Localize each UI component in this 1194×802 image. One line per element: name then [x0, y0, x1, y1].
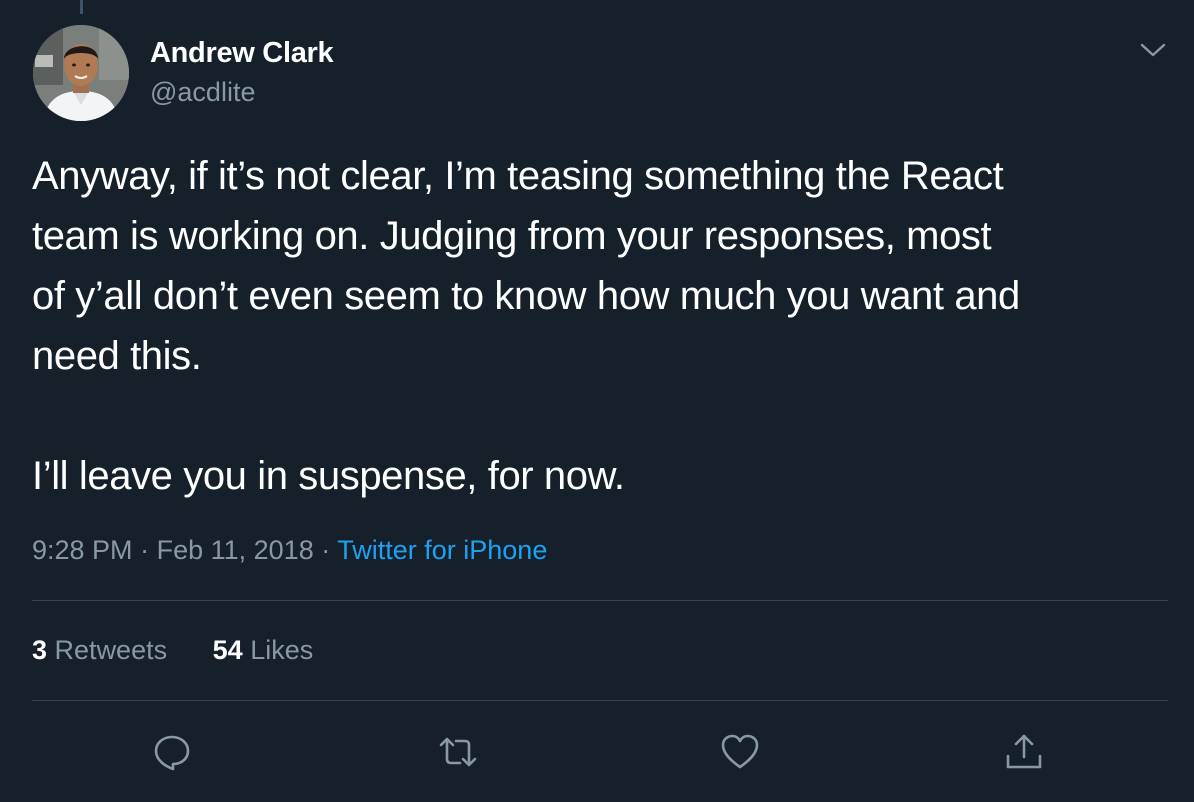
tweet-text-line: team is working on. Judging from your re…	[32, 214, 992, 258]
meta-separator: ·	[321, 535, 331, 565]
likes-count: 54	[212, 635, 243, 665]
divider	[32, 600, 1168, 601]
tweet-text-line: need this.	[32, 334, 202, 378]
tweet-text: Anyway, if it’s not clear, I’m teasing s…	[32, 146, 1172, 506]
heart-icon	[721, 734, 759, 769]
likes-stat[interactable]: 54 Likes	[213, 635, 314, 666]
tweet-text-line: of y’all don’t even seem to know how muc…	[32, 274, 1020, 318]
like-button[interactable]	[720, 732, 760, 772]
chevron-down-icon	[1140, 43, 1166, 57]
meta-separator: ·	[140, 535, 150, 565]
author-handle[interactable]: @acdlite	[150, 77, 255, 108]
thread-connector-line	[80, 0, 83, 14]
tweet-time[interactable]: 9:28 PM	[32, 535, 133, 565]
author-name[interactable]: Andrew Clark	[150, 37, 334, 70]
reply-icon	[154, 735, 190, 771]
avatar-photo	[33, 25, 129, 121]
retweets-stat[interactable]: 3 Retweets	[32, 635, 167, 666]
tweet-text-line: Anyway, if it’s not clear, I’m teasing s…	[32, 154, 1004, 198]
likes-label: Likes	[250, 635, 314, 665]
share-icon	[1006, 734, 1042, 769]
tweet-source-link[interactable]: Twitter for iPhone	[337, 535, 547, 565]
retweet-icon	[439, 737, 477, 767]
reply-button[interactable]	[152, 732, 192, 772]
more-options-button[interactable]	[1137, 36, 1169, 64]
tweet-text-line: I’ll leave you in suspense, for now.	[32, 454, 625, 498]
retweets-label: Retweets	[54, 635, 168, 665]
divider	[32, 700, 1168, 701]
tweet-metadata: 9:28 PM · Feb 11, 2018 · Twitter for iPh…	[32, 535, 547, 566]
share-button[interactable]	[1004, 732, 1044, 772]
retweet-button[interactable]	[438, 732, 478, 772]
tweet-stats: 3 Retweets 54 Likes	[32, 635, 351, 666]
tweet-date[interactable]: Feb 11, 2018	[157, 535, 314, 565]
avatar[interactable]	[33, 25, 129, 121]
retweets-count: 3	[32, 635, 48, 665]
